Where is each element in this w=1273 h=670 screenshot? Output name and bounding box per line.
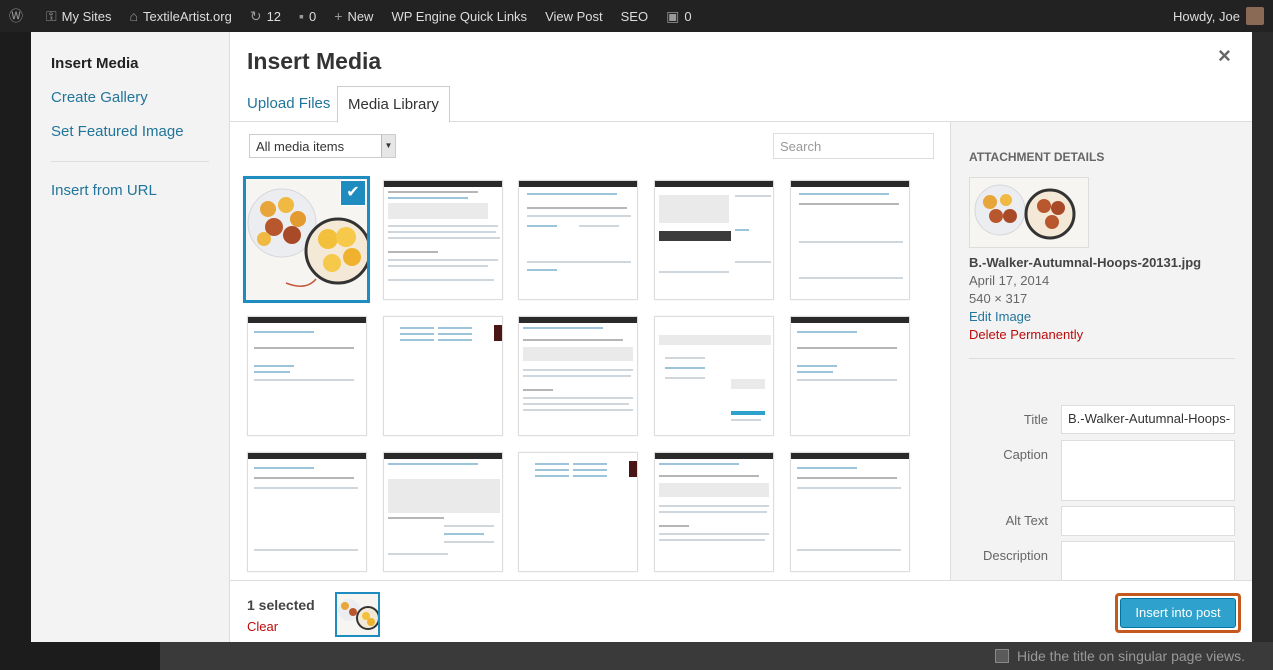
- media-item[interactable]: [383, 452, 503, 572]
- menu-separator: [51, 161, 209, 162]
- refresh-icon: ↻: [249, 7, 262, 24]
- edit-image-link[interactable]: Edit Image: [969, 309, 1031, 324]
- editor-background: [1252, 32, 1273, 670]
- check-icon[interactable]: ✔: [341, 181, 365, 205]
- media-filter-select[interactable]: All media items ▼: [249, 134, 396, 158]
- caption-field[interactable]: [1061, 440, 1235, 501]
- search-input[interactable]: Search: [773, 133, 934, 159]
- media-item[interactable]: [518, 316, 638, 436]
- tab-media-library[interactable]: Media Library: [337, 86, 450, 123]
- description-label: Description: [982, 548, 1048, 563]
- media-item[interactable]: [654, 316, 774, 436]
- media-item[interactable]: [790, 452, 910, 572]
- wordpress-icon: Ⓦ: [9, 8, 23, 24]
- home-icon: ⌂: [129, 8, 138, 24]
- selection-count: 1 selected: [247, 597, 315, 613]
- seo-icon: ▣: [666, 7, 680, 24]
- tab-upload-files[interactable]: Upload Files: [237, 86, 340, 122]
- my-sites-link[interactable]: ⚿ My Sites: [37, 0, 121, 32]
- media-item[interactable]: [518, 452, 638, 572]
- media-toolbar: 1 selected Clear Insert into post: [230, 580, 1252, 642]
- caption-label: Caption: [1003, 447, 1048, 462]
- wordpress-logo[interactable]: Ⓦ: [0, 0, 37, 32]
- attachment-dimensions: 540 × 317: [969, 291, 1028, 306]
- clear-selection-link[interactable]: Clear: [247, 619, 278, 634]
- menu-insert-media[interactable]: Insert Media: [51, 55, 139, 72]
- hoops-selection-image: [337, 594, 378, 635]
- selection-thumbnail[interactable]: [335, 592, 380, 637]
- media-item[interactable]: [518, 180, 638, 300]
- key-icon: ⚿: [46, 7, 57, 24]
- media-item[interactable]: [654, 180, 774, 300]
- alt-text-label: Alt Text: [1005, 513, 1048, 528]
- attachment-filename: B.-Walker-Autumnal-Hoops-20131.jpg: [969, 255, 1202, 270]
- media-item-selected[interactable]: ✔: [243, 176, 370, 303]
- description-field[interactable]: [1061, 541, 1235, 580]
- title-label: Title: [1023, 412, 1048, 427]
- media-item[interactable]: [790, 316, 910, 436]
- close-icon[interactable]: ×: [1218, 43, 1231, 69]
- modal-title: Insert Media: [247, 48, 382, 74]
- attachment-details-heading: ATTACHMENT DETAILS: [969, 150, 1105, 164]
- media-item[interactable]: [383, 316, 503, 436]
- title-field[interactable]: B.-Walker-Autumnal-Hoops-: [1061, 405, 1235, 434]
- insert-into-post-button[interactable]: Insert into post: [1120, 598, 1236, 628]
- media-menu: Insert Media Create Gallery Set Featured…: [31, 32, 230, 642]
- media-item[interactable]: [247, 316, 367, 436]
- insert-button-highlight: Insert into post: [1115, 593, 1241, 633]
- menu-create-gallery[interactable]: Create Gallery: [51, 89, 148, 106]
- attachment-thumbnail: [969, 177, 1089, 248]
- plus-icon: +: [334, 8, 343, 24]
- new-content-link[interactable]: + New: [325, 0, 382, 32]
- chevron-down-icon: ▼: [381, 135, 395, 157]
- media-item[interactable]: [247, 452, 367, 572]
- hide-title-checkbox[interactable]: [995, 649, 1009, 663]
- hide-title-label: Hide the title on singular page views.: [1017, 648, 1246, 664]
- menu-insert-from-url[interactable]: Insert from URL: [51, 182, 157, 199]
- media-item[interactable]: [654, 452, 774, 572]
- avatar: [1246, 7, 1264, 25]
- attachment-date: April 17, 2014: [969, 273, 1050, 288]
- quick-links-menu[interactable]: WP Engine Quick Links: [382, 0, 536, 32]
- admin-bar: Ⓦ ⚿ My Sites ⌂ TextileArtist.org ↻ 12 ▪ 0 + N…: [0, 0, 1273, 32]
- comments-link[interactable]: ▪ 0: [290, 0, 325, 32]
- media-item[interactable]: [383, 180, 503, 300]
- router-tabs: Upload Files Media Library: [230, 86, 1252, 123]
- hoops-thumbnail-image: [970, 178, 1088, 247]
- seo-notifications[interactable]: ▣ 0: [657, 0, 700, 32]
- media-item[interactable]: [790, 180, 910, 300]
- alt-text-field[interactable]: [1061, 506, 1235, 536]
- menu-set-featured-image[interactable]: Set Featured Image: [51, 123, 184, 140]
- view-post-link[interactable]: View Post: [536, 0, 612, 32]
- attachment-details-sidebar: ATTACHMENT DETAILS B.-Walker-Autumnal-Ho…: [950, 122, 1252, 580]
- updates-link[interactable]: ↻ 12: [241, 0, 290, 32]
- media-modal: Insert Media Create Gallery Set Featured…: [31, 32, 1252, 642]
- delete-permanently-link[interactable]: Delete Permanently: [969, 327, 1083, 342]
- attachment-separator: [969, 358, 1235, 359]
- comment-icon: ▪: [299, 8, 305, 24]
- seo-menu[interactable]: SEO: [612, 0, 657, 32]
- account-menu[interactable]: Howdy, Joe: [1164, 0, 1273, 32]
- site-name-link[interactable]: ⌂ TextileArtist.org: [121, 0, 241, 32]
